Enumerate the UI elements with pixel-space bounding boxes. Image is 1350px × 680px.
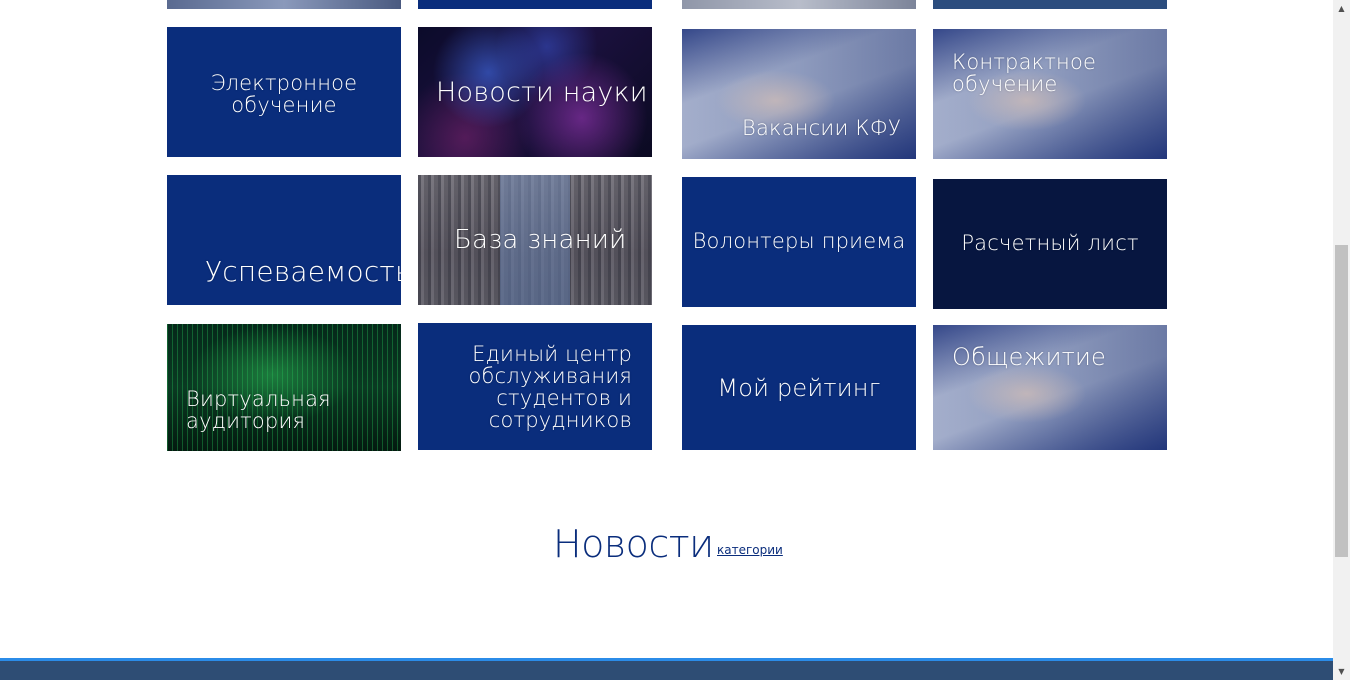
- scroll-down-icon[interactable]: ▼: [1333, 663, 1350, 680]
- news-categories-link[interactable]: категории: [717, 543, 783, 557]
- tile-my-rating[interactable]: Мой рейтинг: [682, 325, 916, 450]
- tile-contract-education[interactable]: Контрактное обучение: [933, 29, 1167, 159]
- tile-label: Вакансии КФУ: [742, 116, 901, 140]
- tile-top-2[interactable]: [418, 0, 652, 9]
- page-scrollbar[interactable]: ▲ ▼: [1333, 0, 1350, 680]
- tile-label: База знаний: [454, 225, 627, 255]
- tile-top-4[interactable]: [933, 0, 1167, 9]
- tile-virtual-classroom[interactable]: Виртуальная аудитория: [167, 324, 401, 451]
- tile-label: Общежитие: [952, 343, 1107, 371]
- tile-knowledge-base[interactable]: База знаний: [418, 175, 652, 305]
- tile-dormitory[interactable]: Общежитие: [933, 325, 1167, 450]
- tile-performance[interactable]: Успеваемость: [167, 175, 401, 305]
- scrollbar-thumb[interactable]: [1335, 245, 1348, 557]
- tile-label: Контрактное обучение: [952, 50, 1097, 96]
- tile-e-learning[interactable]: Электронное обучение: [167, 27, 401, 157]
- tile-label: Расчетный лист: [961, 231, 1139, 255]
- tile-label: Виртуальная аудитория: [186, 387, 331, 433]
- footer-bar: [0, 658, 1333, 680]
- tile-top-3[interactable]: [682, 0, 916, 9]
- news-section-title: Новости: [553, 522, 714, 566]
- tile-label: Новости науки: [436, 77, 648, 108]
- tile-label: Электронное обучение: [210, 71, 358, 117]
- tile-science-news[interactable]: Новости науки: [418, 27, 652, 157]
- tile-label: Волонтеры приема: [692, 229, 906, 253]
- tile-label: Мой рейтинг: [717, 374, 881, 402]
- tile-service-center[interactable]: Единый центр обслуживания студентов и со…: [418, 323, 652, 450]
- tile-admission-volunteers[interactable]: Волонтеры приема: [682, 177, 916, 307]
- scroll-up-icon[interactable]: ▲: [1333, 0, 1350, 17]
- tile-top-1[interactable]: [167, 0, 401, 9]
- tile-label: Единый центр обслуживания студентов и со…: [468, 342, 632, 432]
- tile-vacancies[interactable]: Вакансии КФУ: [682, 29, 916, 159]
- tile-payslip[interactable]: Расчетный лист: [933, 179, 1167, 309]
- tile-label: Успеваемость: [205, 255, 401, 288]
